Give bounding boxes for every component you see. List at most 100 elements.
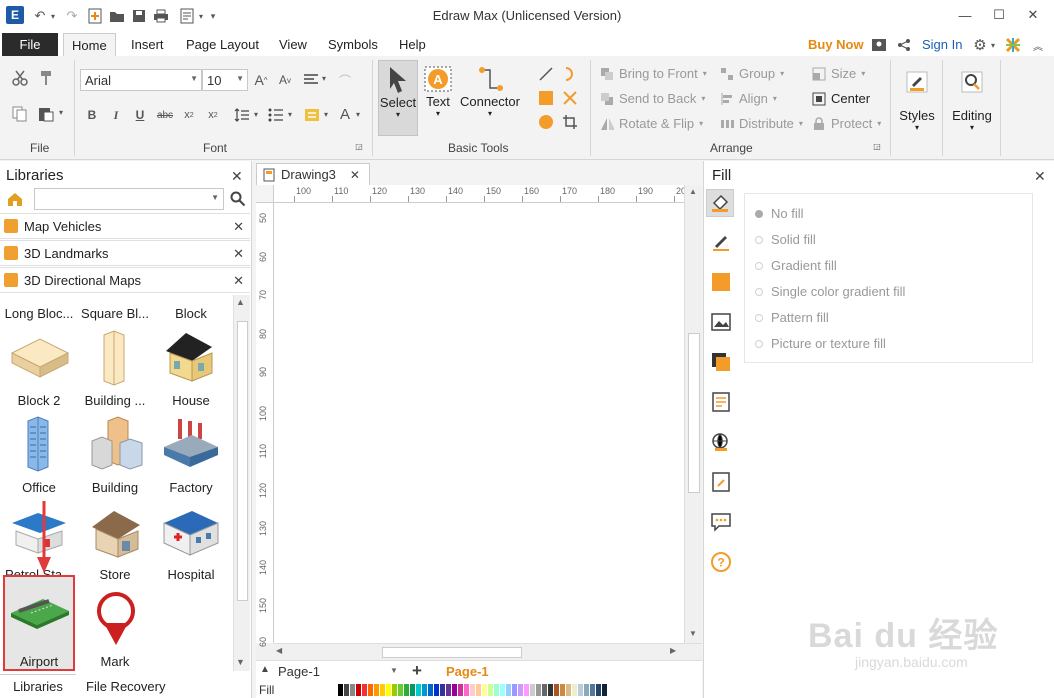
color-swatch[interactable] [344, 684, 349, 696]
paste-icon[interactable] [36, 104, 56, 124]
symbol-office[interactable]: Office [1, 480, 77, 495]
bring-to-front-button[interactable]: Bring to Front ▾ [600, 66, 707, 81]
color-swatch[interactable] [554, 684, 559, 696]
scroll-up-icon[interactable]: ▲ [689, 187, 697, 196]
drawing-page[interactable] [274, 203, 684, 643]
connector-tool-button[interactable]: Connector ▾ [458, 60, 522, 136]
paste-dropdown-icon[interactable]: ▾ [56, 108, 66, 117]
symbol-mark[interactable]: Mark [77, 654, 153, 669]
color-swatch[interactable] [542, 684, 547, 696]
canvas-hscroll-thumb[interactable] [382, 647, 522, 658]
settings-gear-icon[interactable]: ⚙ [972, 35, 988, 55]
line-spacing-icon[interactable] [232, 106, 252, 124]
color-swatch[interactable] [464, 684, 469, 696]
tab-libraries[interactable]: Libraries [0, 674, 76, 698]
center-button[interactable]: Center [812, 91, 870, 106]
close-tab-icon[interactable]: ✕ [350, 168, 360, 182]
close-window-icon[interactable]: ✕ [1018, 4, 1048, 26]
color-swatch[interactable] [440, 684, 445, 696]
color-swatch[interactable] [362, 684, 367, 696]
redo-icon[interactable]: ↷ [62, 6, 82, 26]
add-page-icon[interactable]: + [412, 661, 422, 681]
color-swatch[interactable] [392, 684, 397, 696]
close-icon[interactable]: ✕ [233, 219, 244, 235]
shadow-square-icon[interactable] [710, 271, 732, 293]
color-swatch[interactable] [524, 684, 529, 696]
tab-help[interactable]: Help [399, 33, 426, 56]
symbol-factory[interactable]: Factory [153, 480, 229, 495]
color-swatch[interactable] [530, 684, 535, 696]
maximize-icon[interactable]: ☐ [984, 4, 1014, 26]
fill-option-picture-fill[interactable]: Picture or texture fill [755, 336, 886, 351]
library-category-3d-landmarks[interactable]: 3D Landmarks ✕ [0, 240, 250, 266]
symbol-block-2[interactable]: Block 2 [1, 393, 77, 408]
symbol-hospital[interactable]: Hospital [153, 567, 229, 582]
image-icon[interactable] [710, 311, 732, 333]
close-icon[interactable]: ✕ [233, 273, 244, 289]
library-category-3d-directional-maps[interactable]: 3D Directional Maps ✕ [0, 267, 250, 293]
library-home-icon[interactable] [4, 189, 26, 209]
library-scrollbar[interactable]: ▲ ▼ [233, 295, 250, 671]
color-swatch[interactable] [452, 684, 457, 696]
color-swatch[interactable] [398, 684, 403, 696]
customize-quick-access-icon[interactable]: ▾ [208, 6, 218, 26]
color-swatch[interactable] [404, 684, 409, 696]
text-background-icon[interactable] [302, 106, 322, 124]
copy-icon[interactable] [10, 104, 30, 124]
office-icon[interactable] [24, 415, 54, 473]
editing-button[interactable]: Editing ▾ [948, 60, 996, 150]
color-swatch[interactable] [470, 684, 475, 696]
color-swatch[interactable] [572, 684, 577, 696]
color-swatch[interactable] [482, 684, 487, 696]
tab-symbols[interactable]: Symbols [328, 33, 378, 56]
align-button[interactable]: Align ▾ [720, 91, 777, 106]
block-2-icon[interactable] [8, 331, 72, 381]
canvas-vertical-scrollbar[interactable]: ▲ ▼ [684, 185, 702, 643]
styles-button[interactable]: Styles ▾ [896, 60, 938, 150]
close-icon[interactable]: ✕ [233, 246, 244, 262]
symbol-store[interactable]: Store [77, 567, 153, 582]
canvas-horizontal-scrollbar[interactable]: ◀ ▶ [274, 643, 702, 660]
scroll-down-icon[interactable]: ▼ [689, 629, 697, 638]
print-icon[interactable] [152, 6, 170, 26]
help-icon[interactable]: ? [710, 551, 732, 573]
color-swatch[interactable] [386, 684, 391, 696]
export-icon[interactable] [178, 6, 196, 26]
building-icon[interactable] [88, 415, 144, 471]
line-spacing-dropdown-icon[interactable]: ▾ [252, 110, 260, 119]
chevron-down-icon[interactable]: ▼ [390, 666, 398, 675]
increase-font-icon[interactable]: A ^ [252, 70, 270, 90]
ellipse-tool-icon[interactable] [536, 112, 556, 132]
settings-dropdown-icon[interactable]: ▾ [988, 35, 998, 55]
theme-icon[interactable] [1004, 35, 1022, 55]
color-swatch[interactable] [374, 684, 379, 696]
symbol-airport[interactable]: Airport [1, 654, 77, 669]
color-swatch[interactable] [476, 684, 481, 696]
fill-option-solid-fill[interactable]: Solid fill [755, 232, 816, 247]
color-swatch[interactable] [506, 684, 511, 696]
color-swatch[interactable] [536, 684, 541, 696]
scroll-up-icon[interactable]: ▲ [236, 297, 245, 307]
size-button[interactable]: Size ▾ [812, 66, 865, 81]
search-icon[interactable] [228, 189, 248, 209]
export-dropdown-icon[interactable]: ▾ [196, 6, 206, 26]
factory-icon[interactable] [160, 417, 222, 469]
bullet-list-dropdown-icon[interactable]: ▾ [286, 110, 294, 119]
tab-view[interactable]: View [279, 33, 307, 56]
buy-now-link[interactable]: Buy Now [808, 37, 864, 52]
canvas-vscroll-thumb[interactable] [688, 333, 700, 493]
tab-insert[interactable]: Insert [131, 33, 164, 56]
format-painter-icon[interactable] [36, 68, 56, 88]
color-swatch[interactable] [578, 684, 583, 696]
symbol-long-block[interactable]: Long Bloc... [1, 306, 77, 321]
building-block-icon[interactable] [100, 329, 130, 387]
text-direction-icon[interactable]: ⌒ [334, 70, 356, 90]
underline-button[interactable]: U [132, 106, 148, 124]
text-background-dropdown-icon[interactable]: ▾ [322, 110, 330, 119]
save-icon[interactable] [130, 6, 148, 26]
undo-icon[interactable]: ↶ [30, 6, 50, 26]
file-menu-button[interactable]: File [2, 33, 58, 56]
fill-option-gradient-fill[interactable]: Gradient fill [755, 258, 837, 273]
library-search-input[interactable]: ▼ [34, 188, 224, 210]
rotate-flip-button[interactable]: Rotate & Flip ▾ [600, 116, 703, 131]
